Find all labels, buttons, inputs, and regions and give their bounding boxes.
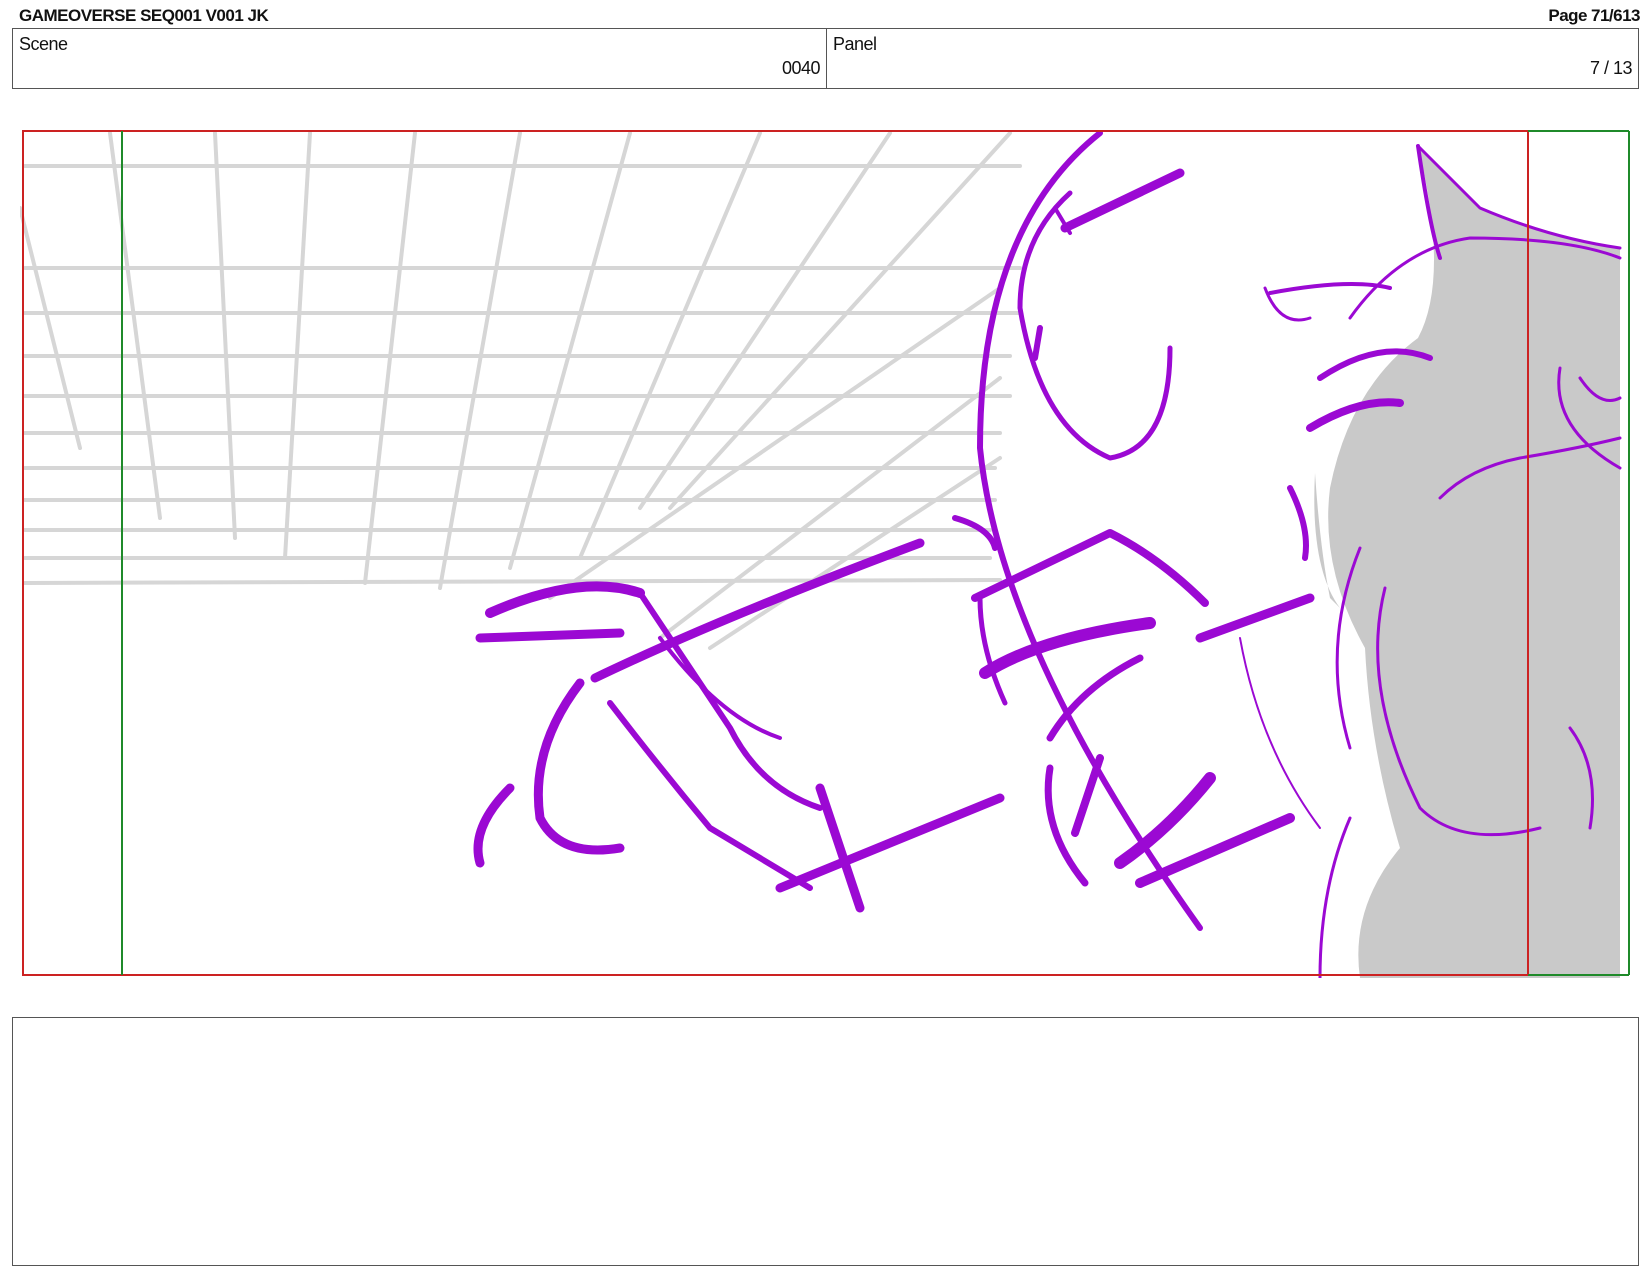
panel-value: 7 / 13 (1589, 58, 1633, 78)
page-label: Page (1548, 6, 1587, 25)
document-title: GAMEOVERSE SEQ001 V001 JK (19, 6, 269, 25)
storyboard-sketch (20, 130, 1630, 978)
scene-cell: Scene 0040 (13, 29, 827, 88)
scene-value: 0040 (781, 58, 821, 78)
page-value: 71/613 (1591, 6, 1641, 25)
safe-frame (22, 130, 1529, 976)
scene-label: Scene (19, 34, 68, 54)
panel-cell: Panel 7 / 13 (827, 29, 1638, 88)
scene-panel-info: Scene 0040 Panel 7 / 13 (12, 28, 1639, 89)
tone-fill (1314, 146, 1620, 978)
ceiling-grid (20, 131, 1022, 650)
storyboard-frame (20, 128, 1632, 978)
panel-label: Panel (833, 34, 877, 54)
panel-notes (12, 1017, 1639, 1266)
page-number: Page 71/613 (1548, 6, 1640, 26)
